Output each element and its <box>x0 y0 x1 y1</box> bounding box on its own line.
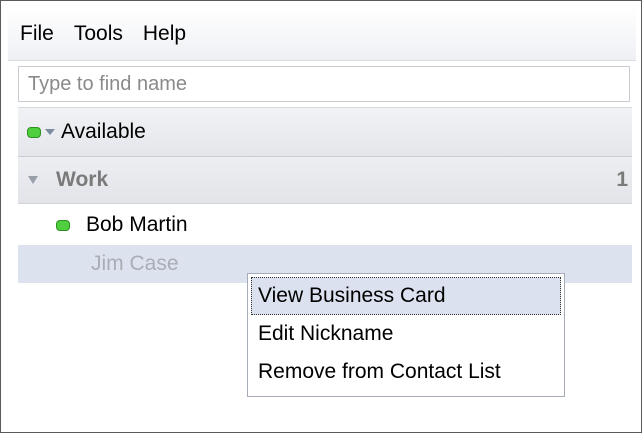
status-available-icon <box>27 126 41 138</box>
menu-item-remove-from-contact-list[interactable]: Remove from Contact List <box>248 353 564 391</box>
messenger-window: File Tools Help Available Work 1 Bob Mar… <box>0 0 642 433</box>
status-selector[interactable]: Available <box>18 107 632 157</box>
group-name: Work <box>56 168 109 191</box>
find-name-input[interactable] <box>19 67 629 101</box>
contact-row[interactable]: Bob Martin <box>18 206 632 244</box>
contact-name: Bob Martin <box>86 213 188 236</box>
menu-file[interactable]: File <box>8 22 64 46</box>
search-box <box>18 66 630 102</box>
status-label: Available <box>61 120 146 143</box>
presence-available-icon <box>56 219 70 231</box>
group-count: 1 <box>616 168 628 191</box>
contact-context-menu: View Business Card Edit Nickname Remove … <box>247 273 565 397</box>
collapse-triangle-icon[interactable] <box>28 176 38 184</box>
menu-bar: File Tools Help <box>8 8 636 61</box>
menu-item-view-business-card[interactable]: View Business Card <box>251 277 561 315</box>
menu-help[interactable]: Help <box>133 22 196 46</box>
menu-item-edit-nickname[interactable]: Edit Nickname <box>248 315 564 353</box>
group-header-work[interactable]: Work 1 <box>18 157 632 204</box>
contact-name: Jim Case <box>91 252 179 275</box>
menu-tools[interactable]: Tools <box>64 22 133 46</box>
chevron-down-icon[interactable] <box>45 129 55 135</box>
